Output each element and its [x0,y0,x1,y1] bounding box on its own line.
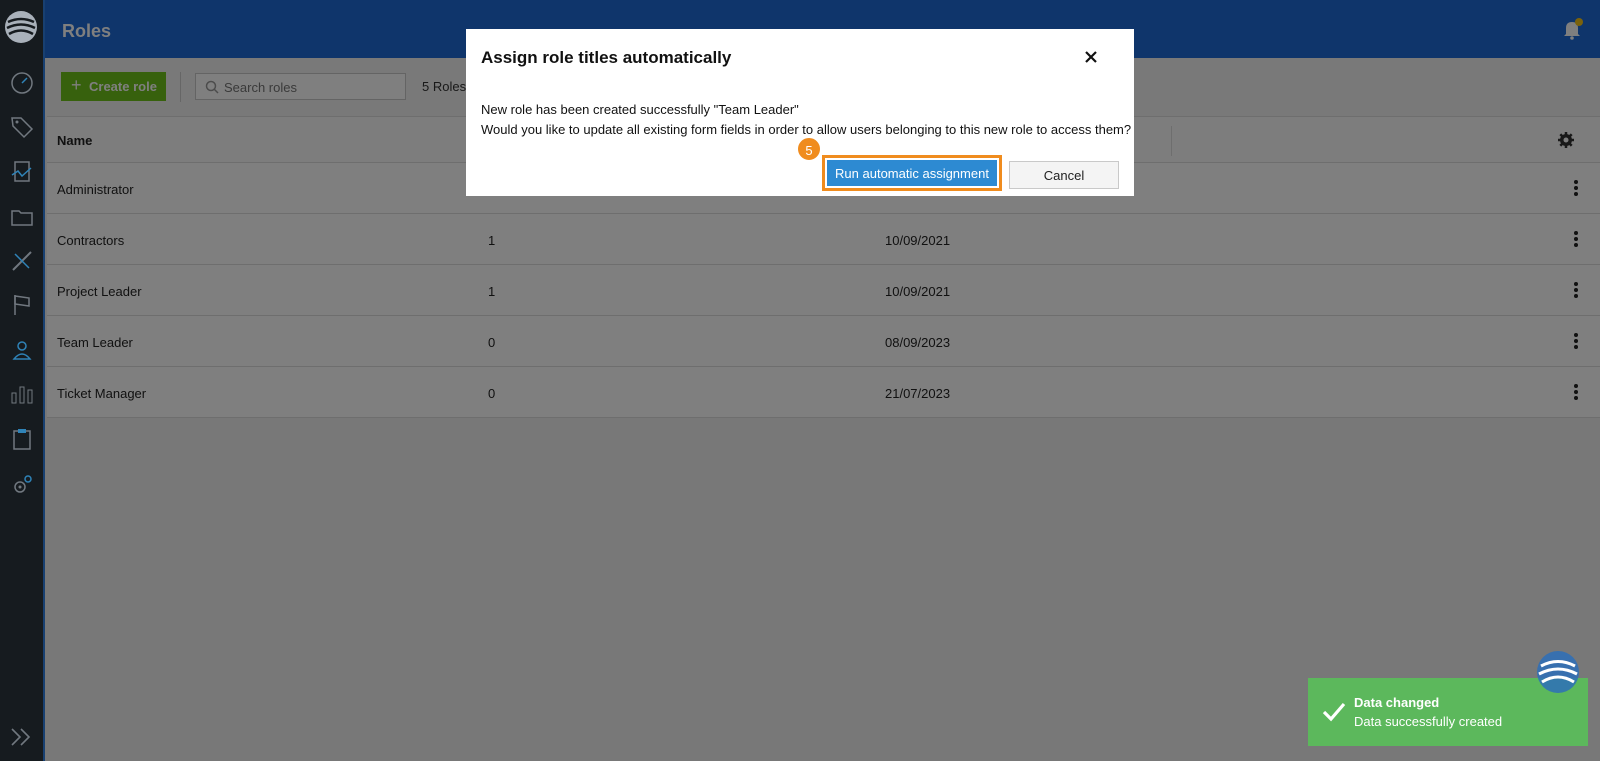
assign-roles-dialog: Assign role titles automatically New rol… [466,29,1134,196]
dialog-message-success: New role has been created successfully "… [481,102,799,117]
close-icon[interactable] [1083,49,1099,65]
checkmark-icon [1322,700,1346,722]
dialog-message-question: Would you like to update all existing fo… [481,122,1132,137]
highlight-frame: Run automatic assignment [822,155,1002,191]
toast-message: Data successfully created [1354,714,1503,729]
step-number-badge: 5 [796,136,822,162]
run-automatic-assignment-button[interactable]: Run automatic assignment [827,160,997,186]
toast-title: Data changed [1354,695,1440,710]
sidebar-overlay [0,0,45,761]
cancel-button[interactable]: Cancel [1009,161,1119,189]
help-chat-logo-icon[interactable] [1532,648,1584,696]
dialog-title: Assign role titles automatically [481,48,732,67]
